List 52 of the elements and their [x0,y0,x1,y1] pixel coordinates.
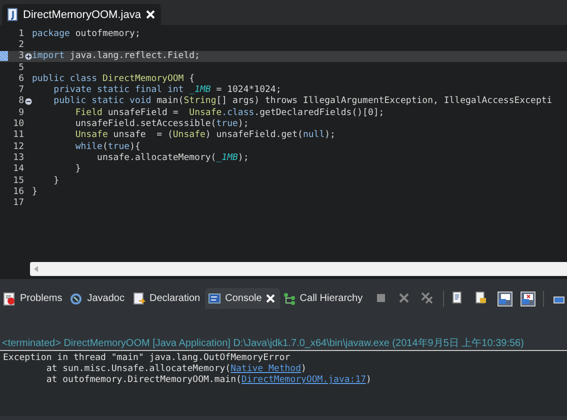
code-line: while(true){ [74,142,140,152]
line-marker-icon [0,51,8,62]
line-number: 15 [12,176,24,186]
code-line: public class DirectMemoryOOM { [32,74,195,84]
code-line: } [52,176,60,186]
close-console-icon[interactable] [520,291,536,307]
line-number: 14 [12,164,24,174]
console-line: at outofmemory.DirectMemoryOOM.main(DirectMemoryOOM.java:17) [45,375,372,386]
view-tab[interactable]: Call Hierarchy [280,288,368,309]
console-icon [208,292,222,306]
code-line: Field unsafeField = Unsafe.class.getDeclaredFields()[0]; [74,108,384,118]
line-number: 7 [18,85,24,96]
console-line: Exception in thread "main" java.lang.OutOfMemoryError [3,353,292,364]
view-tab[interactable]: Declaration [130,288,206,309]
horizontal-scrollbar[interactable] [30,262,567,276]
close-icon [146,10,155,19]
code-line: } [74,164,81,174]
view-tab[interactable]: Problems [0,288,68,309]
editor-tab[interactable]: DirectMemoryOOM.java [2,4,161,25]
line-number: 9 [18,108,24,118]
java-file-icon [7,8,18,21]
line-number: 3 [18,51,24,62]
line-number: 5 [18,62,24,73]
line-number: 2 [18,40,24,50]
tree-nodes-icon [282,292,296,306]
code-line: private static final int _1MB = 1024*1024; [52,85,282,96]
console-link[interactable]: Native Method [230,364,302,374]
code-line: unsafe.allocateMemory(_1MB); [96,152,249,163]
line-number: 16 [12,186,24,197]
view-tab[interactable]: Javadoc [67,288,130,309]
line-number: 11 [12,130,24,140]
line-number: 12 [12,142,24,152]
code-line: unsafeField.setAccessible(true); [74,119,249,130]
collapse-icon[interactable] [24,98,32,105]
code-line: } [32,186,38,197]
display-console-icon[interactable] [497,291,513,307]
view-tab[interactable]: Console [205,288,280,309]
line-number: 1 [18,28,24,39]
close-icon [266,294,275,303]
warning-list-icon [3,292,16,306]
line-number: 8 [18,96,24,106]
line-number: 17 [12,198,24,208]
line-number: 10 [12,119,24,130]
console-link[interactable]: DirectMemoryOOM.java:17 [241,375,366,385]
expand-icon[interactable] [24,52,32,60]
console-line: at sun.misc.Unsafe.allocateMemory(Native Method) [45,364,308,375]
line-number: 13 [12,152,24,163]
code-line: import java.lang.reflect.Field; [32,51,200,62]
code-line: Unsafe unsafe = (Unsafe) unsafeField.get(null); [74,130,336,140]
line-number: 6 [18,74,24,84]
code-line: public static void main(String[] args) throws IllegalArgumentException, IllegalAccessExcepti [52,96,552,106]
code-line: package outofmemory; [32,28,140,39]
